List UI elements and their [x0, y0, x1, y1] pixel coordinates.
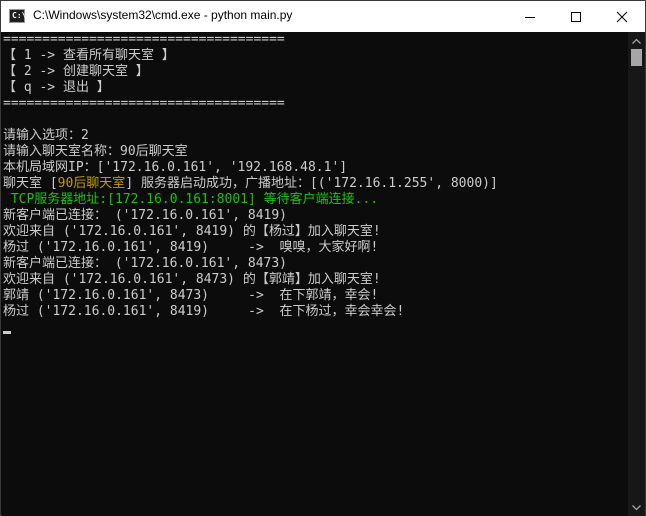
vertical-scrollbar[interactable] [628, 32, 645, 516]
console-line: 【 q -> 退出 】 [3, 80, 110, 95]
title-bar[interactable]: C:\ C:\Windows\system32\cmd.exe - python… [1, 1, 645, 32]
console-line: 新客户端已连接： ('172.16.0.161', 8419) [3, 208, 288, 223]
minimize-icon [525, 16, 535, 18]
console-line: 【 1 -> 查看所有聊天室 】 [3, 48, 175, 63]
console-line: ==================================== [3, 96, 285, 111]
window-title: C:\Windows\system32\cmd.exe - python mai… [33, 8, 293, 22]
text-cursor [3, 331, 11, 334]
console-output[interactable]: ==================================== 【 1… [2, 32, 628, 516]
console-line-tcp-status: TCP服务器地址:[172.16.0.161:8001] 等待客户端连接... [3, 192, 379, 207]
console-line: 本机局域网IP：['172.16.0.161', '192.168.48.1'] [3, 160, 348, 175]
room-name-highlight: 90后聊天室 [57, 176, 126, 191]
console-text: 聊天室 [ [3, 176, 58, 191]
close-button[interactable] [599, 1, 645, 32]
console-line: 欢迎来自 ('172.16.0.161', 8473) 的【郭靖】加入聊天室! [3, 272, 381, 287]
scroll-up-button[interactable] [628, 32, 645, 49]
cmd-window: C:\ C:\Windows\system32\cmd.exe - python… [0, 0, 646, 516]
console-text: ] 服务器启动成功，广播地址：[('172.16.1.255', 8000)] [125, 176, 498, 191]
console-line: 杨过 ('172.16.0.161', 8419) -> 嗅嗅，大家好啊! [3, 240, 379, 255]
close-icon [616, 11, 628, 22]
scrollbar-thumb[interactable] [631, 49, 642, 66]
scroll-up-icon [632, 38, 641, 44]
cmd-icon-text: C:\ [12, 11, 27, 20]
console-line: 欢迎来自 ('172.16.0.161', 8419) 的【杨过】加入聊天室! [3, 224, 381, 239]
maximize-icon [571, 11, 581, 22]
console-line: 【 2 -> 创建聊天室 】 [3, 64, 149, 79]
console-line-server-started: 聊天室 [90后聊天室] 服务器启动成功，广播地址：[('172.16.1.25… [3, 176, 498, 192]
console-line: ==================================== [3, 32, 285, 47]
console-line: 新客户端已连接： ('172.16.0.161', 8473) [3, 256, 288, 271]
console-line: 请输入选项：2 [3, 128, 89, 143]
console-line: 郭靖 ('172.16.0.161', 8473) -> 在下郭靖，幸会! [3, 288, 379, 303]
minimize-button[interactable] [507, 1, 553, 32]
maximize-button[interactable] [553, 1, 599, 32]
console-line: 请输入聊天室名称：90后聊天室 [3, 144, 188, 159]
cmd-icon[interactable]: C:\ [9, 9, 27, 23]
scroll-down-icon [632, 504, 641, 510]
scroll-down-button[interactable] [628, 499, 645, 516]
console-line: 杨过 ('172.16.0.161', 8419) -> 在下杨过，幸会幸会! [3, 304, 405, 319]
